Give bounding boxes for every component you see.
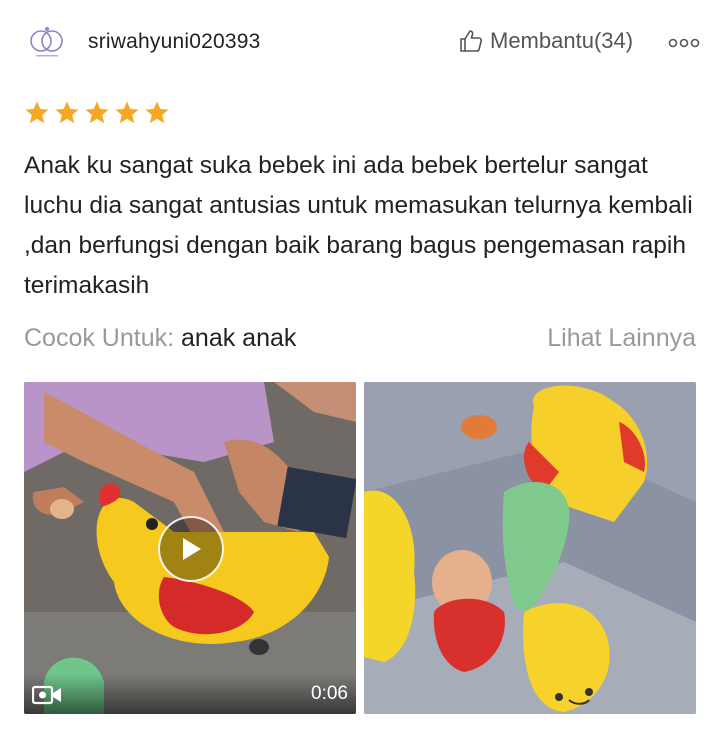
star-icon bbox=[25, 101, 49, 124]
see-more-link[interactable]: Lihat Lainnya bbox=[547, 324, 696, 353]
star-icon bbox=[85, 101, 109, 124]
video-duration: 0:06 bbox=[311, 683, 348, 704]
suitable-for: Cocok Untuk: anak anak bbox=[24, 324, 296, 353]
username[interactable]: sriwahyuni020393 bbox=[88, 30, 260, 54]
review-photo-thumbnail[interactable] bbox=[364, 382, 696, 714]
play-icon bbox=[183, 538, 201, 560]
video-camera-icon bbox=[32, 685, 61, 705]
star-icon bbox=[145, 101, 169, 124]
avatar[interactable] bbox=[26, 24, 68, 60]
rating-stars bbox=[24, 100, 170, 126]
thumb-up-icon bbox=[460, 30, 483, 52]
review-video-thumbnail[interactable]: 0:06 bbox=[24, 382, 356, 714]
suitable-for-value: anak anak bbox=[181, 324, 297, 352]
review-photo-image bbox=[364, 382, 696, 714]
play-button[interactable] bbox=[158, 516, 224, 582]
more-options-button[interactable] bbox=[668, 36, 700, 48]
avatar-rings-icon bbox=[30, 27, 63, 57]
video-info-bar: 0:06 bbox=[24, 674, 356, 714]
helpful-count-label: Membantu(34) bbox=[490, 28, 634, 53]
more-options-icon bbox=[668, 38, 700, 48]
suitable-for-label: Cocok Untuk: bbox=[24, 324, 175, 352]
star-icon bbox=[55, 101, 79, 124]
review-text: Anak ku sangat suka bebek ini ada bebek … bbox=[24, 152, 693, 299]
star-icon bbox=[115, 101, 139, 124]
helpful-button[interactable]: Membantu(34) bbox=[458, 28, 633, 54]
